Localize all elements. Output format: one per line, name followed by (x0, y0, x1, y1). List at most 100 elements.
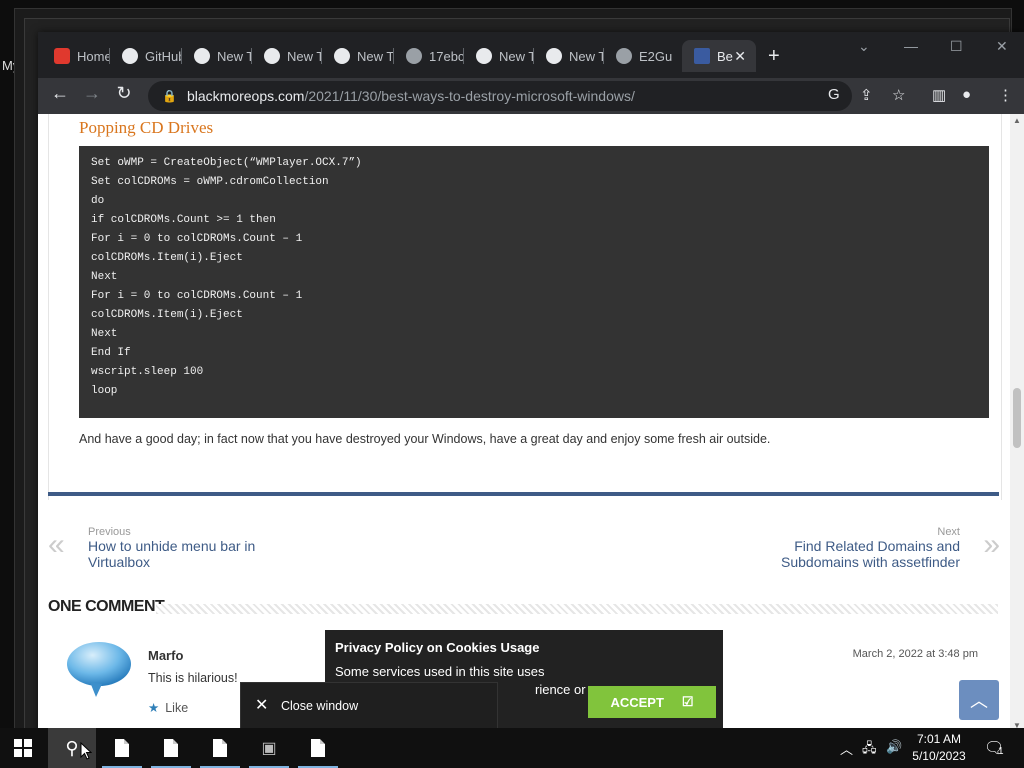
previous-title[interactable]: Virtualbox (88, 554, 255, 570)
comment-date[interactable]: March 2, 2022 at 3:48 pm (853, 648, 978, 660)
mouse-cursor-icon (80, 742, 92, 760)
tab-active[interactable]: Be ✕ (682, 40, 756, 72)
code-line: End If (91, 347, 131, 359)
code-line: For i = 0 to colCDROMs.Count – 1 (91, 290, 303, 302)
back-button[interactable]: ← (48, 83, 72, 104)
next-title[interactable]: Find Related Domains and (781, 538, 960, 554)
network-icon[interactable]: 🖧 (862, 739, 877, 761)
code-line: if colCDROMs.Count >= 1 then (91, 214, 276, 226)
maximize-button[interactable]: ☐ (950, 38, 963, 55)
shield-icon (54, 48, 70, 64)
previous-post-link[interactable]: « Previous How to unhide menu bar in Vir… (48, 526, 255, 570)
lock-icon: 🔒 (162, 89, 177, 103)
notification-count: 1 (998, 746, 1004, 757)
minimize-button[interactable]: — (904, 38, 918, 54)
tab-home[interactable]: Home (42, 40, 110, 72)
taskbar-clock[interactable]: 7:01 AM 5/10/2023 (906, 731, 972, 765)
github-icon (122, 48, 138, 64)
clock-date: 5/10/2023 (912, 749, 966, 763)
comments-heading: ONE COMMENT (48, 598, 998, 618)
chrome-icon (546, 48, 562, 64)
code-line: Next (91, 328, 118, 340)
previous-title[interactable]: How to unhide menu bar in (88, 538, 255, 554)
tab-17ebc[interactable]: 17ebc (394, 40, 464, 72)
chevron-up-icon[interactable]: ︿ (840, 739, 853, 758)
volume-icon[interactable]: 🔊 (886, 739, 902, 755)
tab-new[interactable]: New Tab (464, 40, 534, 72)
bookmark-star-icon[interactable]: ☆ (892, 86, 905, 104)
close-icon[interactable]: ✕ (255, 695, 268, 715)
google-icon[interactable]: G (828, 86, 840, 103)
scroll-to-top-button[interactable]: ︿ (959, 680, 999, 720)
page-scrollbar[interactable]: ▲ ▼ (1010, 114, 1024, 732)
tab-label: New Tab (217, 48, 252, 64)
double-chevron-right-icon: » (983, 528, 1000, 561)
start-button[interactable] (14, 739, 32, 757)
url-path: /2021/11/30/best-ways-to-destroy-microso… (304, 88, 635, 104)
taskbar-app[interactable] (294, 728, 342, 768)
chrome-icon (264, 48, 280, 64)
tab-label: Home (77, 48, 110, 64)
tab-github[interactable]: GitHub (110, 40, 182, 72)
code-line: Next (91, 271, 118, 283)
comment-text: This is hilarious! (148, 671, 238, 685)
like-button[interactable]: ★ Like (148, 700, 188, 715)
cookie-body: rience or (535, 682, 586, 697)
tab-new[interactable]: New Tab (252, 40, 322, 72)
speech-bubble-avatar-icon (67, 642, 131, 697)
tab-e2gu[interactable]: E2Gu (604, 40, 678, 72)
close-window-toast[interactable]: ✕ Close window (240, 682, 498, 730)
comment-author[interactable]: Marfo (148, 648, 183, 663)
tab-new[interactable]: New Tab (322, 40, 394, 72)
closing-paragraph: And have a good day; in fact now that yo… (79, 432, 771, 446)
browser-window: Home GitHub New Tab New Tab New Tab 17eb… (38, 32, 1024, 732)
address-bar[interactable]: 🔒 blackmoreops.com/2021/11/30/best-ways-… (148, 81, 852, 111)
taskbar-app[interactable] (147, 728, 195, 768)
menu-icon[interactable]: ⋮ (998, 86, 1013, 104)
taskbar-app[interactable] (196, 728, 244, 768)
tab-label: New Tab (357, 48, 394, 64)
cookie-body: Some services used in this site uses (335, 664, 545, 679)
tab-label: Be (717, 48, 733, 64)
previous-label: Previous (88, 526, 131, 538)
code-line: For i = 0 to colCDROMs.Count – 1 (91, 233, 303, 245)
cookie-title: Privacy Policy on Cookies Usage (335, 640, 540, 655)
close-window-button[interactable]: ✕ (996, 38, 1008, 55)
url-host: blackmoreops.com (186, 88, 305, 104)
chrome-icon (194, 48, 210, 64)
tab-label: New Tab (499, 48, 534, 64)
search-icon: ⚲ (65, 737, 79, 758)
tab-new[interactable]: New Tab (182, 40, 252, 72)
next-title[interactable]: Subdomains with assetfinder (781, 554, 960, 570)
next-post-link[interactable]: Next Find Related Domains and Subdomains… (781, 526, 1000, 570)
new-tab-button[interactable]: + (768, 45, 780, 68)
taskbar-app[interactable]: ▣ (245, 728, 293, 768)
document-icon (213, 739, 227, 757)
chevron-down-icon[interactable]: ⌄ (858, 38, 870, 55)
share-icon[interactable]: ⇪ (860, 86, 873, 104)
double-chevron-left-icon: « (48, 528, 65, 561)
tab-label: New Tab (569, 48, 604, 64)
scrollbar-thumb[interactable] (1013, 388, 1021, 448)
side-panel-icon[interactable]: ▥ (932, 86, 946, 104)
tab-label: E2Gu (639, 48, 673, 64)
forward-button[interactable]: → (80, 83, 104, 104)
chrome-icon (334, 48, 350, 64)
globe-icon (616, 48, 632, 64)
scroll-up-icon[interactable]: ▲ (1013, 116, 1021, 125)
code-line: colCDROMs.Item(i).Eject (91, 252, 243, 264)
tab-label: New Tab (287, 48, 322, 64)
code-line: wscript.sleep 100 (91, 366, 204, 378)
tab-new[interactable]: New Tab (534, 40, 604, 72)
code-line: Set oWMP = CreateObject(“WMPlayer.OCX.7”… (91, 157, 362, 169)
code-line: loop (91, 385, 118, 397)
toast-label: Close window (281, 699, 359, 713)
code-block: Set oWMP = CreateObject(“WMPlayer.OCX.7”… (79, 146, 989, 418)
accept-button[interactable]: ACCEPT ☑ (588, 686, 716, 718)
taskbar-app[interactable] (98, 728, 146, 768)
reload-button[interactable]: ↻ (112, 83, 136, 104)
code-line: colCDROMs.Item(i).Eject (91, 309, 243, 321)
close-tab-icon[interactable]: ✕ (734, 48, 746, 65)
profile-icon[interactable]: ● (962, 86, 971, 103)
site-icon (694, 48, 710, 64)
